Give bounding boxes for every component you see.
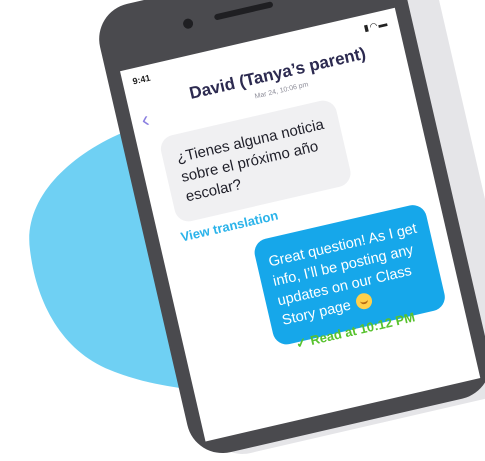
battery-icon: ▬: [377, 17, 390, 30]
status-icons: ▮◠▬: [363, 18, 390, 34]
earpiece-speaker: [213, 1, 274, 21]
status-time: 9:41: [131, 72, 152, 87]
incoming-message-text: ¿Tienes alguna noticia sobre el próximo …: [175, 116, 326, 206]
checkmark-icon: ✓: [294, 334, 309, 352]
back-chevron-icon[interactable]: ‹: [139, 106, 152, 133]
front-camera: [182, 17, 195, 30]
incoming-message-bubble: ¿Tienes alguna noticia sobre el próximo …: [158, 97, 354, 225]
smiling-face-icon: [354, 291, 374, 311]
